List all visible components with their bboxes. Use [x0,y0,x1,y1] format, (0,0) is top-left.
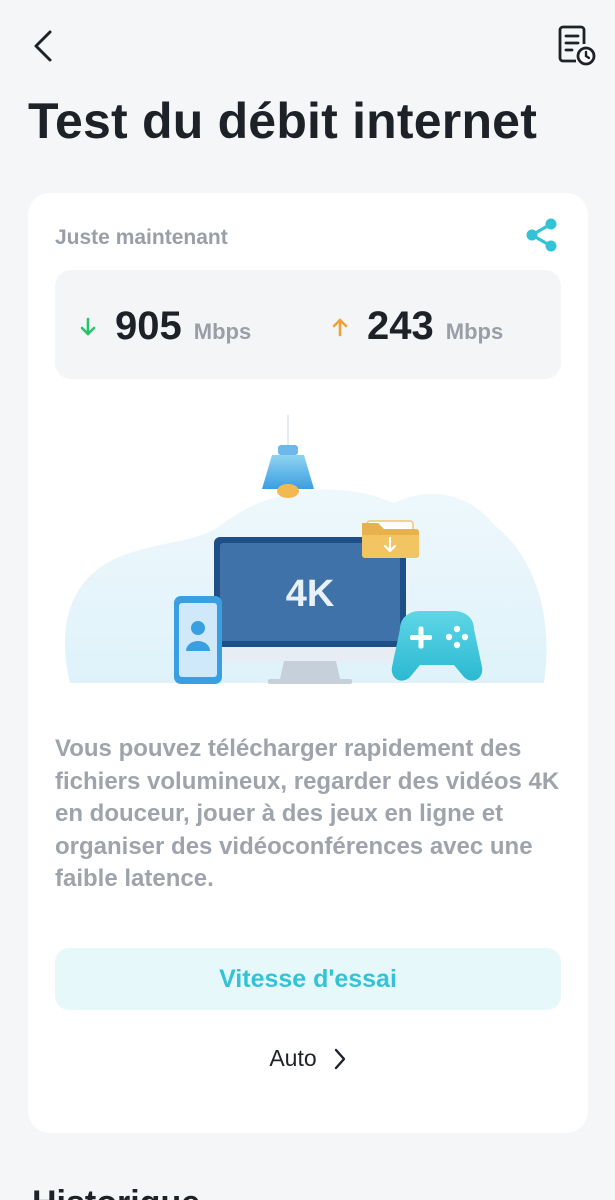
back-button[interactable] [26,24,62,68]
share-icon [526,218,557,252]
history-report-icon [558,25,596,66]
upload-speed: 243 Mbps [331,304,503,349]
download-speed: 905 Mbps [79,304,251,349]
upload-value: 243 [367,304,434,348]
share-button[interactable] [522,215,562,255]
history-report-button[interactable] [554,22,598,68]
screen-4k-text: 4K [286,573,335,615]
phone-icon [174,596,222,684]
download-unit: Mbps [193,319,252,344]
test-mode-selector[interactable]: Auto [28,1045,588,1072]
arrow-down-icon [80,317,96,335]
test-mode-label: Auto [269,1045,317,1071]
speed-result-card: Juste maintenant 905 Mbps 243 Mbps 4K Vo… [28,193,588,1133]
lamp-icon [262,415,314,498]
page-title: Test du débit internet [28,93,538,149]
chevron-right-icon [334,1048,345,1069]
download-folder-icon [362,520,419,558]
download-value: 905 [115,304,182,348]
chevron-left-icon [34,30,52,62]
test-speed-button[interactable]: Vitesse d'essai [55,948,561,1010]
arrow-up-icon [332,318,348,336]
usage-illustration: 4K [64,415,547,684]
result-description: Vous pouvez télécharger rapidement des f… [55,735,560,892]
upload-unit: Mbps [445,319,504,344]
result-time-label: Juste maintenant [55,226,228,249]
top-bar [0,0,615,90]
history-heading: Historique [32,1184,200,1200]
speed-summary: 905 Mbps 243 Mbps [55,270,561,379]
